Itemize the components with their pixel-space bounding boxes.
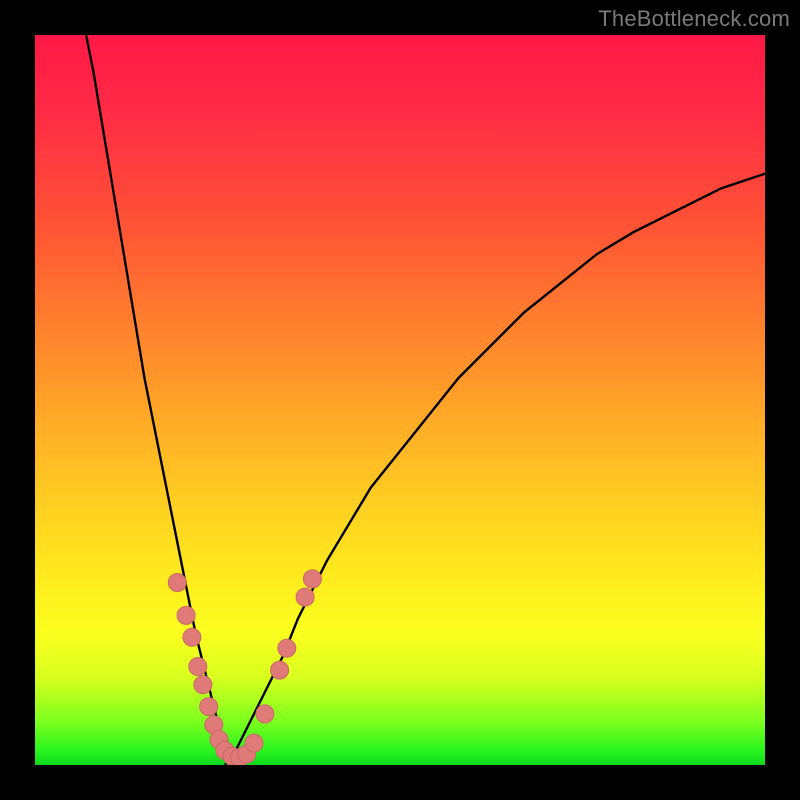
highlighted-points	[168, 570, 321, 765]
marker-point	[303, 570, 321, 588]
chart-frame: TheBottleneck.com	[0, 0, 800, 800]
marker-point	[200, 698, 218, 716]
chart-svg	[35, 35, 765, 765]
marker-point	[189, 658, 207, 676]
attribution-text: TheBottleneck.com	[598, 6, 790, 32]
marker-point	[168, 574, 186, 592]
marker-point	[245, 734, 263, 752]
marker-point	[296, 588, 314, 606]
marker-point	[194, 676, 212, 694]
marker-point	[278, 639, 296, 657]
marker-point	[256, 705, 274, 723]
plot-area	[35, 35, 765, 765]
left-curve	[86, 35, 239, 765]
right-curve	[225, 174, 765, 765]
marker-point	[177, 606, 195, 624]
marker-point	[271, 661, 289, 679]
marker-point	[183, 628, 201, 646]
